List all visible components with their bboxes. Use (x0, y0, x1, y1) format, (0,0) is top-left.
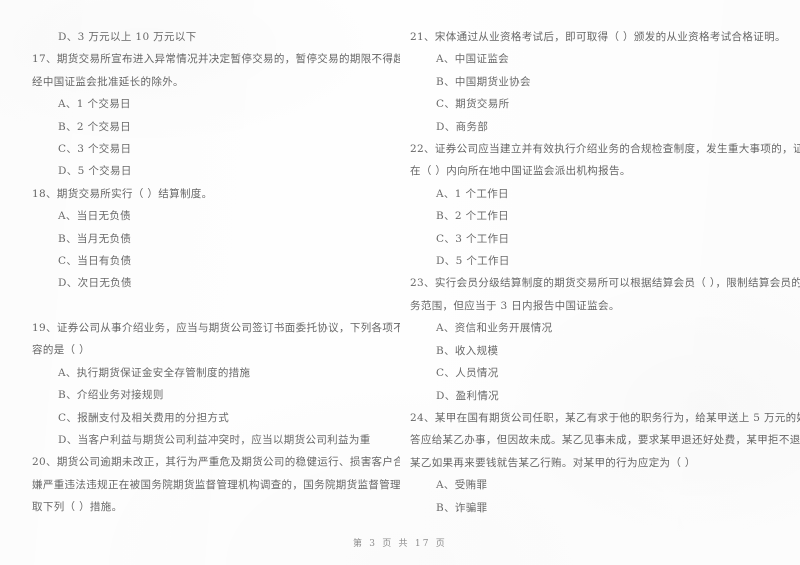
question-19-option-c: C、报酬支付及相关费用的分担方式 (58, 411, 230, 424)
question-18-option-d: D、次日无负债 (58, 277, 132, 290)
question-17-stem-line-1: 17、期货交易所宣布进入异常情况并决定暂停交易的，暂停交易的期限不得超过（ ），… (32, 53, 400, 66)
question-19-option-a: A、执行期货保证金安全存管制度的措施 (58, 366, 251, 379)
question-24-option-a: A、受贿罪 (436, 479, 488, 492)
page-columns: D、3 万元以上 10 万元以下 17、期货交易所宣布进入异常情况并决定暂停交易… (0, 0, 800, 520)
question-21-stem-line-1: 21、宋体通过从业资格考试后，即可取得（ ）颁发的从业资格考试合格证明。 (410, 31, 786, 43)
question-20-stem-line-3: 取下列（ ）措施。 (32, 501, 123, 514)
question-18-stem-line-1: 18、期货交易所实行（ ）结算制度。 (32, 187, 213, 200)
question-23-stem-line-1: 23、实行会员分级结算制度的期货交易所可以根据结算会员（ ），限制结算会员的结算… (410, 277, 800, 290)
question-21-option-d: D、商务部 (436, 120, 489, 133)
scanned-page: D、3 万元以上 10 万元以下 17、期货交易所宣布进入异常情况并决定暂停交易… (0, 0, 800, 565)
question-20-stem-line-2: 嫌严重违法违规正在被国务院期货监督管理机构调查的，国务院期货监督管理机构不能对其… (32, 478, 400, 491)
page-footer: 第 3 页 共 17 页 (353, 539, 447, 549)
question-18-option-c: C、当日有负债 (58, 255, 132, 268)
question-19-stem-line-1: 19、证券公司从事介绍业务，应当与期货公司签订书面委托协议，下列各项不属于委托协… (32, 321, 400, 334)
question-20: 20、期货公司逾期未改正，其行为严重危及期货公司的稳健运行、损害客户合法权益，或… (32, 451, 400, 520)
question-18: 18、期货交易所实行（ ）结算制度。 A、当日无负债 B、当月无负债 C、当日有… (32, 183, 400, 295)
question-19-stem-line-2: 容的是（ ） (32, 344, 90, 357)
question-19-option-d: D、当客户利益与期货公司利益冲突时，应当以期货公司利益为重 (58, 433, 371, 446)
question-21-option-c: C、期货交易所 (436, 98, 510, 111)
question-23-option-b: B、收入规模 (436, 344, 499, 357)
question-17-option-c: C、3 个交易日 (58, 143, 132, 156)
question-22: 22、证券公司应当建立并有效执行介绍业务的合规检查制度，发生重大事项的，证券公司… (410, 138, 800, 272)
question-23-option-a: A、资信和业务开展情况 (436, 322, 553, 335)
question-21-option-b: B、中国期货业协会 (436, 75, 531, 88)
question-23: 23、实行会员分级结算制度的期货交易所可以根据结算会员（ ），限制结算会员的结算… (410, 272, 800, 406)
question-17-option-b: B、2 个交易日 (58, 120, 132, 133)
question-18-option-b: B、当月无负债 (58, 232, 132, 245)
question-20-stem-line-1: 20、期货公司逾期未改正，其行为严重危及期货公司的稳健运行、损害客户合法权益，或… (32, 456, 400, 469)
question-22-option-b: B、2 个工作日 (436, 210, 510, 223)
question-22-option-d: D、5 个工作日 (436, 255, 510, 268)
question-22-stem-line-2: 在（ ）内向所在地中国证监会派出机构报告。 (410, 165, 631, 178)
question-23-option-c: C、人员情况 (436, 367, 499, 380)
question-21: 21、宋体通过从业资格考试后，即可取得（ ）颁发的从业资格考试合格证明。 A、中… (410, 26, 800, 138)
question-23-option-d: D、盈利情况 (436, 389, 500, 402)
question-19: 19、证券公司从事介绍业务，应当与期货公司签订书面委托协议，下列各项不属于委托协… (32, 317, 400, 451)
question-22-option-a: A、1 个工作日 (436, 187, 509, 200)
question-17-stem-line-2: 经中国证监会批准延长的除外。 (32, 75, 184, 88)
question-24-stem-line-3: 某乙如果再来要钱就告某乙行贿。对某甲的行为应定为（ ） (410, 456, 696, 469)
orphan-option-d: D、3 万元以上 10 万元以下 (58, 31, 197, 43)
question-23-stem-line-2: 务范围，但应当于 3 日内报告中国证监会。 (410, 299, 620, 312)
question-17-option-a: A、1 个交易日 (58, 98, 131, 111)
question-21-option-a: A、中国证监会 (436, 53, 510, 66)
question-17: 17、期货交易所宣布进入异常情况并决定暂停交易的，暂停交易的期限不得超过（ ），… (32, 48, 400, 182)
question-22-option-c: C、3 个工作日 (436, 232, 510, 245)
question-17-option-d: D、5 个交易日 (58, 165, 132, 178)
question-18-option-a: A、当日无负债 (58, 210, 132, 223)
left-column: D、3 万元以上 10 万元以下 17、期货交易所宣布进入异常情况并决定暂停交易… (0, 0, 400, 520)
question-19-option-b: B、介绍业务对接规则 (58, 389, 164, 402)
question-24-stem-line-1: 24、某甲在国有期货公司任职，某乙有求于他的职务行为，给某甲送上 5 万元的好处… (410, 411, 800, 424)
question-24-stem-line-2: 答应给某乙办事，但因故未成。某乙见事未成，要求某甲退还好处费，某甲拒不退还，并威… (410, 434, 800, 447)
question-24: 24、某甲在国有期货公司任职，某乙有求于他的职务行为，给某甲送上 5 万元的好处… (410, 407, 800, 520)
question-22-stem-line-1: 22、证券公司应当建立并有效执行介绍业务的合规检查制度，发生重大事项的，证券公司… (410, 143, 800, 156)
right-column: 21、宋体通过从业资格考试后，即可取得（ ）颁发的从业资格考试合格证明。 A、中… (400, 0, 800, 520)
question-24-option-b: B、诈骗罪 (436, 501, 488, 514)
question-24-option-c: C、敲诈勒索罪 (410, 519, 800, 520)
question-20-option-a: A、终止或者暂停部分期货业务 (32, 519, 400, 520)
